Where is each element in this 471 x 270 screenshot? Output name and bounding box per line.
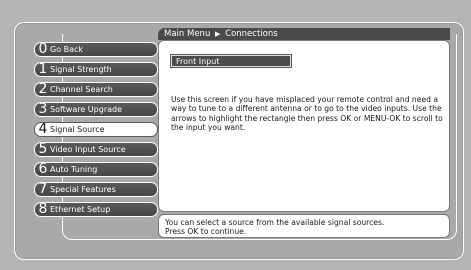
menu-item-signal-source[interactable]: 4 Signal Source (34, 122, 158, 137)
menu-number: 8 (38, 202, 48, 217)
status-line-1: You can select a source from the availab… (165, 218, 385, 227)
menu-number: 5 (38, 142, 48, 157)
breadcrumb-current: Connections (225, 29, 278, 39)
menu-item-label: Ethernet Setup (50, 205, 111, 214)
menu-number: 4 (38, 122, 48, 137)
menu-number: 1 (38, 62, 48, 77)
menu-item-label: Video Input Source (50, 145, 126, 154)
menu-number: 6 (38, 162, 48, 177)
menu-item-channel-search[interactable]: 2 Channel Search (34, 82, 158, 97)
menu-item-label: Go Back (50, 45, 84, 54)
menu-item-label: Special Features (50, 185, 116, 194)
menu-number: 0 (38, 42, 48, 57)
menu-item-software-upgrade[interactable]: 3 Software Upgrade (34, 102, 158, 117)
status-line-2: Press OK to continue. (165, 227, 247, 236)
menu-number: 7 (38, 182, 48, 197)
menu-item-auto-tuning[interactable]: 6 Auto Tuning (34, 162, 158, 177)
breadcrumb-root: Main Menu (164, 29, 211, 39)
help-text: Use this screen if you have misplaced yo… (171, 95, 443, 132)
menu-item-go-back[interactable]: 0 Go Back (34, 42, 158, 57)
menu-item-label: Auto Tuning (50, 165, 98, 174)
menu-item-video-input-source[interactable]: 5 Video Input Source (34, 142, 158, 157)
menu-item-ethernet-setup[interactable]: 8 Ethernet Setup (34, 202, 158, 217)
menu-item-label: Channel Search (50, 85, 113, 94)
status-panel: You can select a source from the availab… (158, 214, 450, 238)
input-selector[interactable]: Front Input (170, 54, 292, 68)
breadcrumb-arrow-icon: ▶ (215, 30, 221, 38)
breadcrumb: Main Menu ▶ Connections (158, 28, 450, 40)
menu-number: 3 (38, 102, 48, 117)
menu-number: 2 (38, 82, 48, 97)
tv-menu-screen: Main Menu ▶ Connections 0 Go Back 1 Signal… (0, 0, 471, 270)
content-panel: Front Input Use this screen if you have … (158, 40, 450, 212)
menu-item-label: Signal Source (50, 125, 105, 134)
menu-item-label: Software Upgrade (50, 105, 123, 114)
menu-item-special-features[interactable]: 7 Special Features (34, 182, 158, 197)
menu-item-signal-strength[interactable]: 1 Signal Strength (34, 62, 158, 77)
menu-item-label: Signal Strength (50, 65, 112, 74)
